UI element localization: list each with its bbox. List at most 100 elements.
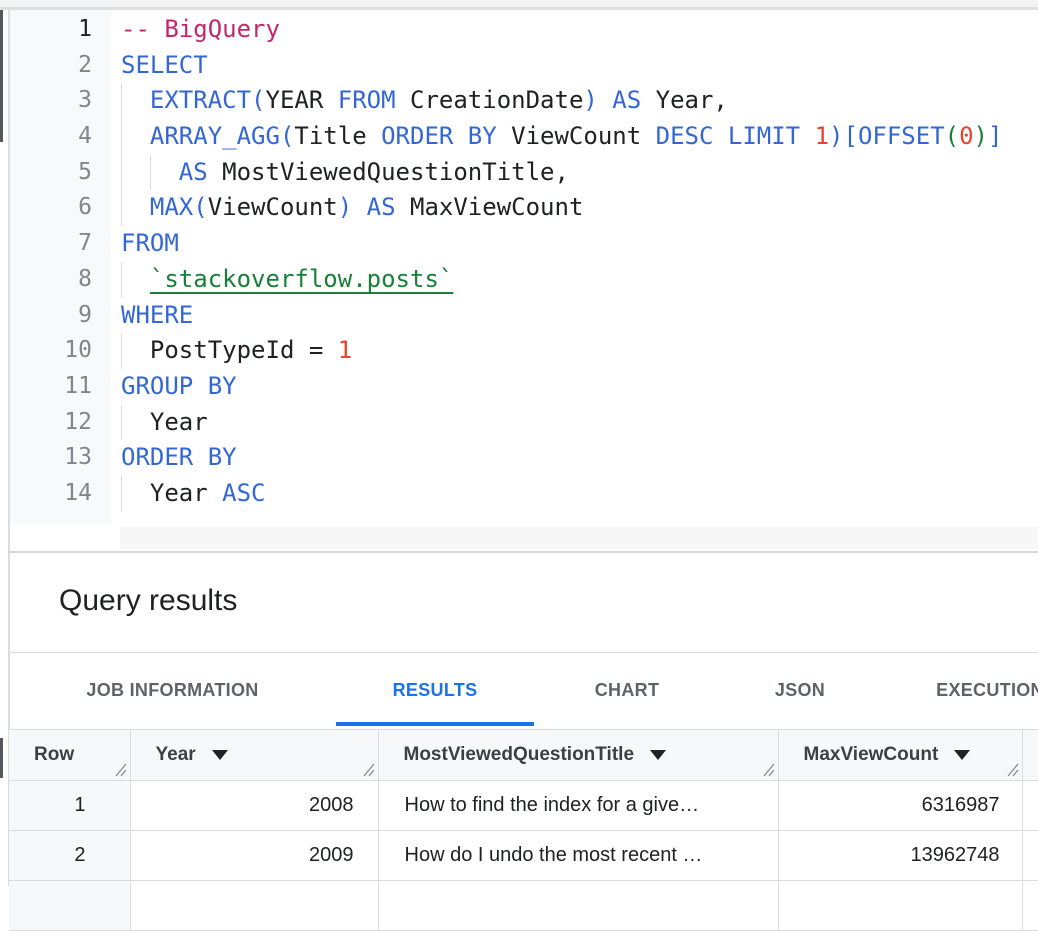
tab-label: JOB INFORMATION: [86, 680, 258, 701]
code-token: ORDER BY: [121, 443, 237, 471]
code-line: 8 `stackoverflow.posts`: [10, 262, 1038, 298]
indent-guide: [150, 155, 151, 191]
tab-label: RESULTS: [393, 680, 478, 701]
indent-guide: [121, 333, 122, 369]
query-results-title: Query results: [59, 584, 237, 618]
code-lines: 1-- BigQuery2SELECT3 EXTRACT(YEAR FROM C…: [10, 12, 1038, 512]
code-token: MaxViewCount: [396, 193, 584, 221]
code-token: DESC LIMIT: [656, 122, 815, 150]
tab-chart[interactable]: CHART: [534, 653, 720, 728]
table-cell: [378, 881, 778, 931]
line-number: 2: [10, 48, 92, 84]
editor-results-divider[interactable]: [8, 551, 1038, 553]
code-token: WHERE: [121, 301, 193, 329]
column-header-label: MaxViewCount: [804, 744, 939, 765]
column-resize-handle-icon[interactable]: [360, 762, 375, 777]
code-line: 3 EXTRACT(YEAR FROM CreationDate) AS Yea…: [10, 83, 1038, 119]
code-line-content: WHERE: [92, 298, 1038, 334]
code-token: YEAR: [266, 86, 338, 114]
tab-results[interactable]: RESULTS: [336, 653, 534, 728]
column-header-maxviewcount[interactable]: MaxViewCount: [778, 730, 1022, 781]
column-resize-handle-icon[interactable]: [112, 762, 127, 777]
table-cell: [1022, 881, 1038, 931]
line-number: 6: [10, 190, 92, 226]
column-header-mostviewedquestiontitle[interactable]: MostViewedQuestionTitle: [378, 730, 778, 781]
code-token: PostTypeId =: [121, 336, 338, 364]
line-number: 7: [10, 226, 92, 262]
table-cell: [1022, 781, 1038, 831]
sort-caret-icon[interactable]: [212, 750, 228, 760]
code-token: EXTRACT(: [121, 86, 266, 114]
line-number: 3: [10, 83, 92, 119]
code-line-content: GROUP BY: [92, 369, 1038, 405]
results-scrollbar-thumb[interactable]: [0, 738, 3, 778]
column-header-label: MostViewedQuestionTitle: [404, 744, 635, 765]
table-cell: 1: [9, 781, 130, 831]
code-token: AS: [121, 158, 208, 186]
column-resize-handle-icon[interactable]: [760, 762, 775, 777]
code-token: ViewCount: [497, 122, 656, 150]
sql-code-editor[interactable]: 1-- BigQuery2SELECT3 EXTRACT(YEAR FROM C…: [10, 10, 1038, 551]
code-token: MAX(: [121, 193, 208, 221]
line-number: 4: [10, 119, 92, 155]
code-token: 1: [815, 122, 829, 150]
code-line: 14 Year ASC: [10, 476, 1038, 512]
code-token: ORDER BY: [381, 122, 497, 150]
table-row: 22009How do I undo the most recent …1396…: [9, 831, 1038, 881]
code-token: SELECT: [121, 51, 208, 79]
indent-guide: [121, 190, 122, 226]
code-line: 10 PostTypeId = 1: [10, 333, 1038, 369]
results-table: Row Year MostViewedQuestionTitle MaxViewCou…: [9, 729, 1038, 931]
editor-scrollbar-thumb[interactable]: [0, 10, 3, 142]
line-number: 14: [10, 476, 92, 512]
table-cell: 13962748: [778, 831, 1022, 881]
tab-label: CHART: [595, 680, 660, 701]
code-token: Year: [121, 408, 208, 436]
table-header-row: Row Year MostViewedQuestionTitle MaxViewCou…: [9, 730, 1038, 781]
code-line: 9WHERE: [10, 298, 1038, 334]
code-line-content: `stackoverflow.posts`: [92, 262, 1038, 298]
code-line-content: ARRAY_AGG(Title ORDER BY ViewCount DESC …: [92, 119, 1038, 155]
indent-guide: [121, 262, 122, 298]
tab-job-information[interactable]: JOB INFORMATION: [9, 653, 336, 728]
column-resize-handle-icon[interactable]: [1004, 762, 1019, 777]
sort-caret-icon[interactable]: [650, 750, 666, 760]
table-cell: [9, 881, 130, 931]
editor-hscrollbar-track[interactable]: [120, 527, 1038, 549]
code-line-content: Year: [92, 405, 1038, 441]
code-token: ARRAY_AGG(: [121, 122, 294, 150]
code-line: 4 ARRAY_AGG(Title ORDER BY ViewCount DES…: [10, 119, 1038, 155]
code-token: ): [974, 122, 988, 150]
code-line: 6 MAX(ViewCount) AS MaxViewCount: [10, 190, 1038, 226]
code-line-content: EXTRACT(YEAR FROM CreationDate) AS Year,: [92, 83, 1038, 119]
code-token: MostViewedQuestionTitle,: [208, 158, 569, 186]
table-cell: [778, 881, 1022, 931]
code-token: Year: [121, 479, 222, 507]
column-header-year[interactable]: Year: [130, 730, 378, 781]
code-line-content: SELECT: [92, 48, 1038, 84]
sort-caret-icon[interactable]: [954, 750, 970, 760]
code-token: Year,: [641, 86, 728, 114]
code-line-content: MAX(ViewCount) AS MaxViewCount: [92, 190, 1038, 226]
table-row: 12008How to find the index for a give…63…: [9, 781, 1038, 831]
line-number: 1: [10, 12, 92, 48]
results-tabbar: JOB INFORMATION RESULTS CHART JSONEXECUTION: [9, 653, 1038, 728]
tab-execution[interactable]: EXECUTION: [880, 653, 1038, 728]
column-header-label: Row: [34, 744, 74, 765]
code-line: 7FROM: [10, 226, 1038, 262]
code-token: (: [945, 122, 959, 150]
code-token: )[OFFSET: [829, 122, 945, 150]
line-number: 11: [10, 369, 92, 405]
bigquery-query-pane: { "editor": { "lines": [ {"num":"1","act…: [0, 0, 1038, 886]
table-row: [9, 881, 1038, 931]
code-line: 11GROUP BY: [10, 369, 1038, 405]
table-cell: How to find the index for a give…: [378, 781, 778, 831]
code-token: ]: [988, 122, 1002, 150]
code-line: 2 SELECT: [10, 48, 1038, 84]
code-line-content: -- BigQuery: [92, 12, 1038, 48]
code-token: CreationDate: [396, 86, 584, 114]
tab-json[interactable]: JSON: [720, 653, 880, 728]
code-token: [121, 265, 150, 293]
column-header-row[interactable]: Row: [9, 730, 130, 781]
column-header-filler: [1022, 730, 1038, 781]
